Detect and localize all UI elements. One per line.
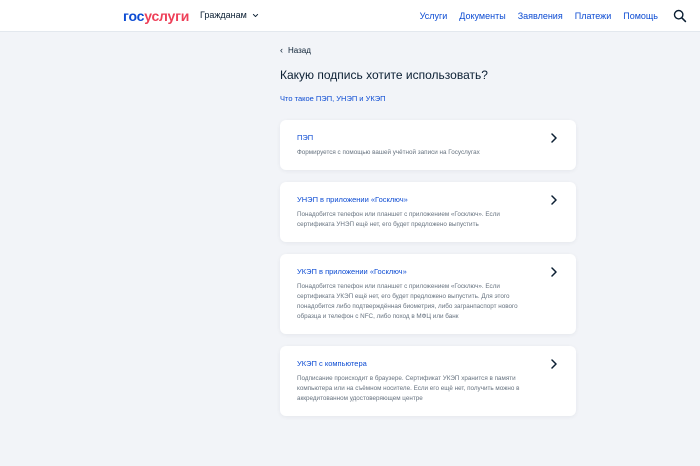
option-card-ukep-computer[interactable]: УКЭП с компьютера Подписание происходит … — [280, 346, 576, 416]
nav-item-help[interactable]: Помощь — [623, 11, 658, 21]
option-card-unep-goskey[interactable]: УНЭП в приложении «Госключ» Понадобится … — [280, 182, 576, 242]
option-description: Формируется с помощью вашей учётной запи… — [297, 149, 480, 156]
option-card-ukep-goskey[interactable]: УКЭП в приложении «Госключ» Понадобится … — [280, 254, 576, 334]
signature-types-link[interactable]: Что такое ПЭП, УНЭП и УКЭП — [280, 94, 386, 103]
option-title: УНЭП в приложении «Госключ» — [297, 195, 408, 204]
option-title: ПЭП — [297, 133, 314, 142]
chevron-right-icon — [551, 133, 557, 143]
chevron-right-icon — [551, 195, 557, 205]
main-nav: Услуги Документы Заявления Платежи Помощ… — [420, 11, 658, 21]
logo-part-uslugi: услуги — [144, 8, 190, 24]
nav-item-applications[interactable]: Заявления — [518, 11, 563, 21]
page-title: Какую подпись хотите использовать? — [280, 68, 488, 82]
option-description: Понадобится телефон или планшет с прилож… — [297, 283, 518, 320]
gosuslugi-logo[interactable]: госуслуги — [123, 8, 189, 24]
back-link[interactable]: ‹ Назад — [280, 45, 311, 55]
nav-item-payments[interactable]: Платежи — [575, 11, 612, 21]
logo-part-gos: гос — [123, 8, 145, 24]
nav-item-documents[interactable]: Документы — [459, 11, 505, 21]
chevron-down-icon — [252, 13, 258, 17]
audience-label: Гражданам — [200, 10, 247, 20]
option-description: Подписание происходит в браузере. Сертиф… — [297, 375, 520, 402]
option-title: УКЭП с компьютера — [297, 359, 367, 368]
option-title: УКЭП в приложении «Госключ» — [297, 267, 407, 276]
chevron-left-icon: ‹ — [280, 45, 283, 55]
search-icon[interactable] — [673, 9, 687, 23]
option-card-pep[interactable]: ПЭП Формируется с помощью вашей учётной … — [280, 120, 576, 170]
chevron-right-icon — [551, 359, 557, 369]
top-header: госуслуги Гражданам Услуги Документы Зая… — [0, 0, 700, 32]
option-description: Понадобится телефон или планшет с прилож… — [297, 211, 500, 228]
audience-dropdown[interactable]: Гражданам — [200, 10, 259, 20]
back-label: Назад — [288, 45, 311, 55]
chevron-right-icon — [551, 267, 557, 277]
nav-item-uslugi[interactable]: Услуги — [420, 11, 448, 21]
